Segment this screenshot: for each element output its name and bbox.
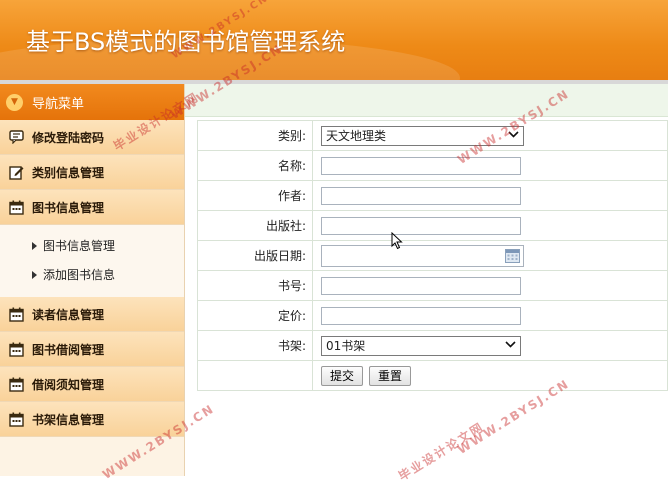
pub-date-label: 出版日期:: [197, 240, 313, 271]
form-row-name: 名称:: [197, 150, 668, 181]
calendar-picker-icon[interactable]: [505, 248, 520, 263]
form-row-shelf: 书架: 01书架: [197, 330, 668, 361]
shelf-label: 书架:: [197, 330, 313, 361]
sidebar-item-change-password[interactable]: 修改登陆密码: [0, 120, 184, 155]
calendar-icon: [8, 411, 24, 427]
sidebar-item-label: 类别信息管理: [32, 165, 105, 180]
chevron-down-icon: ▼: [6, 93, 23, 111]
sidebar-item-borrow-management[interactable]: 图书借阅管理: [0, 332, 184, 367]
submenu-item-add-book[interactable]: 添加图书信息: [0, 260, 184, 289]
sidebar-item-label: 借阅须知管理: [32, 377, 105, 392]
sidebar-item-label: 图书信息管理: [32, 200, 105, 215]
category-select[interactable]: 天文地理类: [321, 125, 524, 146]
shelf-select[interactable]: 01书架: [321, 335, 521, 356]
sidebar-item-label: 书架信息管理: [32, 412, 105, 427]
main-content: 类别: 天文地理类 名称: 作者: 出版社: 出版日期: 书号: 定价: 书架:…: [185, 84, 668, 476]
form-row-actions: 提交 重置: [197, 360, 668, 391]
book-no-input[interactable]: [321, 276, 521, 295]
form-row-pub-date: 出版日期:: [197, 240, 668, 271]
form-row-publisher: 出版社:: [197, 210, 668, 241]
author-label: 作者:: [197, 180, 313, 211]
book-submenu: 图书信息管理 添加图书信息: [0, 225, 184, 297]
triangle-right-icon: [32, 241, 37, 250]
publisher-label: 出版社:: [197, 210, 313, 241]
submenu-item-label: 图书信息管理: [43, 239, 116, 253]
submenu-item-label: 添加图书信息: [43, 268, 116, 282]
submit-button[interactable]: 提交: [321, 365, 364, 386]
sidebar-item-shelf-management[interactable]: 书架信息管理: [0, 402, 184, 437]
author-input[interactable]: [321, 186, 521, 205]
sidebar-item-reader-management[interactable]: 读者信息管理: [0, 297, 184, 332]
category-label: 类别:: [197, 120, 313, 151]
app-title: 基于BS模式的图书馆管理系统: [26, 28, 346, 56]
form-row-category: 类别: 天文地理类: [197, 120, 668, 151]
price-label: 定价:: [197, 300, 313, 331]
pub-date-input[interactable]: [321, 244, 524, 267]
form-row-author: 作者:: [197, 180, 668, 211]
name-label: 名称:: [197, 150, 313, 181]
edit-icon: [8, 164, 24, 180]
calendar-icon: [8, 199, 24, 215]
sidebar-item-label: 图书借阅管理: [32, 342, 105, 357]
sidebar: ▼ 导航菜单 修改登陆密码 类别信息管理 图书信息管理 图书信息管理 添加图书信…: [0, 84, 185, 476]
form-row-book-no: 书号:: [197, 270, 668, 301]
book-no-label: 书号:: [197, 270, 313, 301]
message-icon: [8, 129, 24, 145]
name-input[interactable]: [321, 156, 521, 175]
chevron-down-icon: [505, 340, 516, 351]
category-select-value: 天文地理类: [326, 129, 387, 143]
calendar-icon: [8, 306, 24, 322]
chevron-down-icon: [508, 130, 519, 141]
shelf-select-value: 01书架: [326, 339, 366, 353]
nav-header: ▼ 导航菜单: [0, 84, 184, 120]
pub-date-field: [321, 244, 524, 267]
calendar-icon: [8, 376, 24, 392]
content-topbar: [185, 84, 668, 117]
form-row-price: 定价:: [197, 300, 668, 331]
sidebar-item-label: 修改登陆密码: [32, 130, 105, 145]
submenu-item-book-list[interactable]: 图书信息管理: [0, 231, 184, 260]
header-banner: 基于BS模式的图书馆管理系统: [0, 0, 668, 84]
sidebar-item-label: 读者信息管理: [32, 307, 105, 322]
calendar-icon: [8, 341, 24, 357]
triangle-right-icon: [32, 270, 37, 279]
sidebar-item-category-management[interactable]: 类别信息管理: [0, 155, 184, 190]
book-form: 类别: 天文地理类 名称: 作者: 出版社: 出版日期: 书号: 定价: 书架:…: [197, 120, 668, 391]
reset-button[interactable]: 重置: [369, 365, 412, 386]
publisher-input[interactable]: [321, 216, 521, 235]
nav-title: 导航菜单: [32, 96, 85, 112]
sidebar-item-book-management[interactable]: 图书信息管理: [0, 190, 184, 225]
sidebar-item-borrow-notice-management[interactable]: 借阅须知管理: [0, 367, 184, 402]
price-input[interactable]: [321, 306, 521, 325]
